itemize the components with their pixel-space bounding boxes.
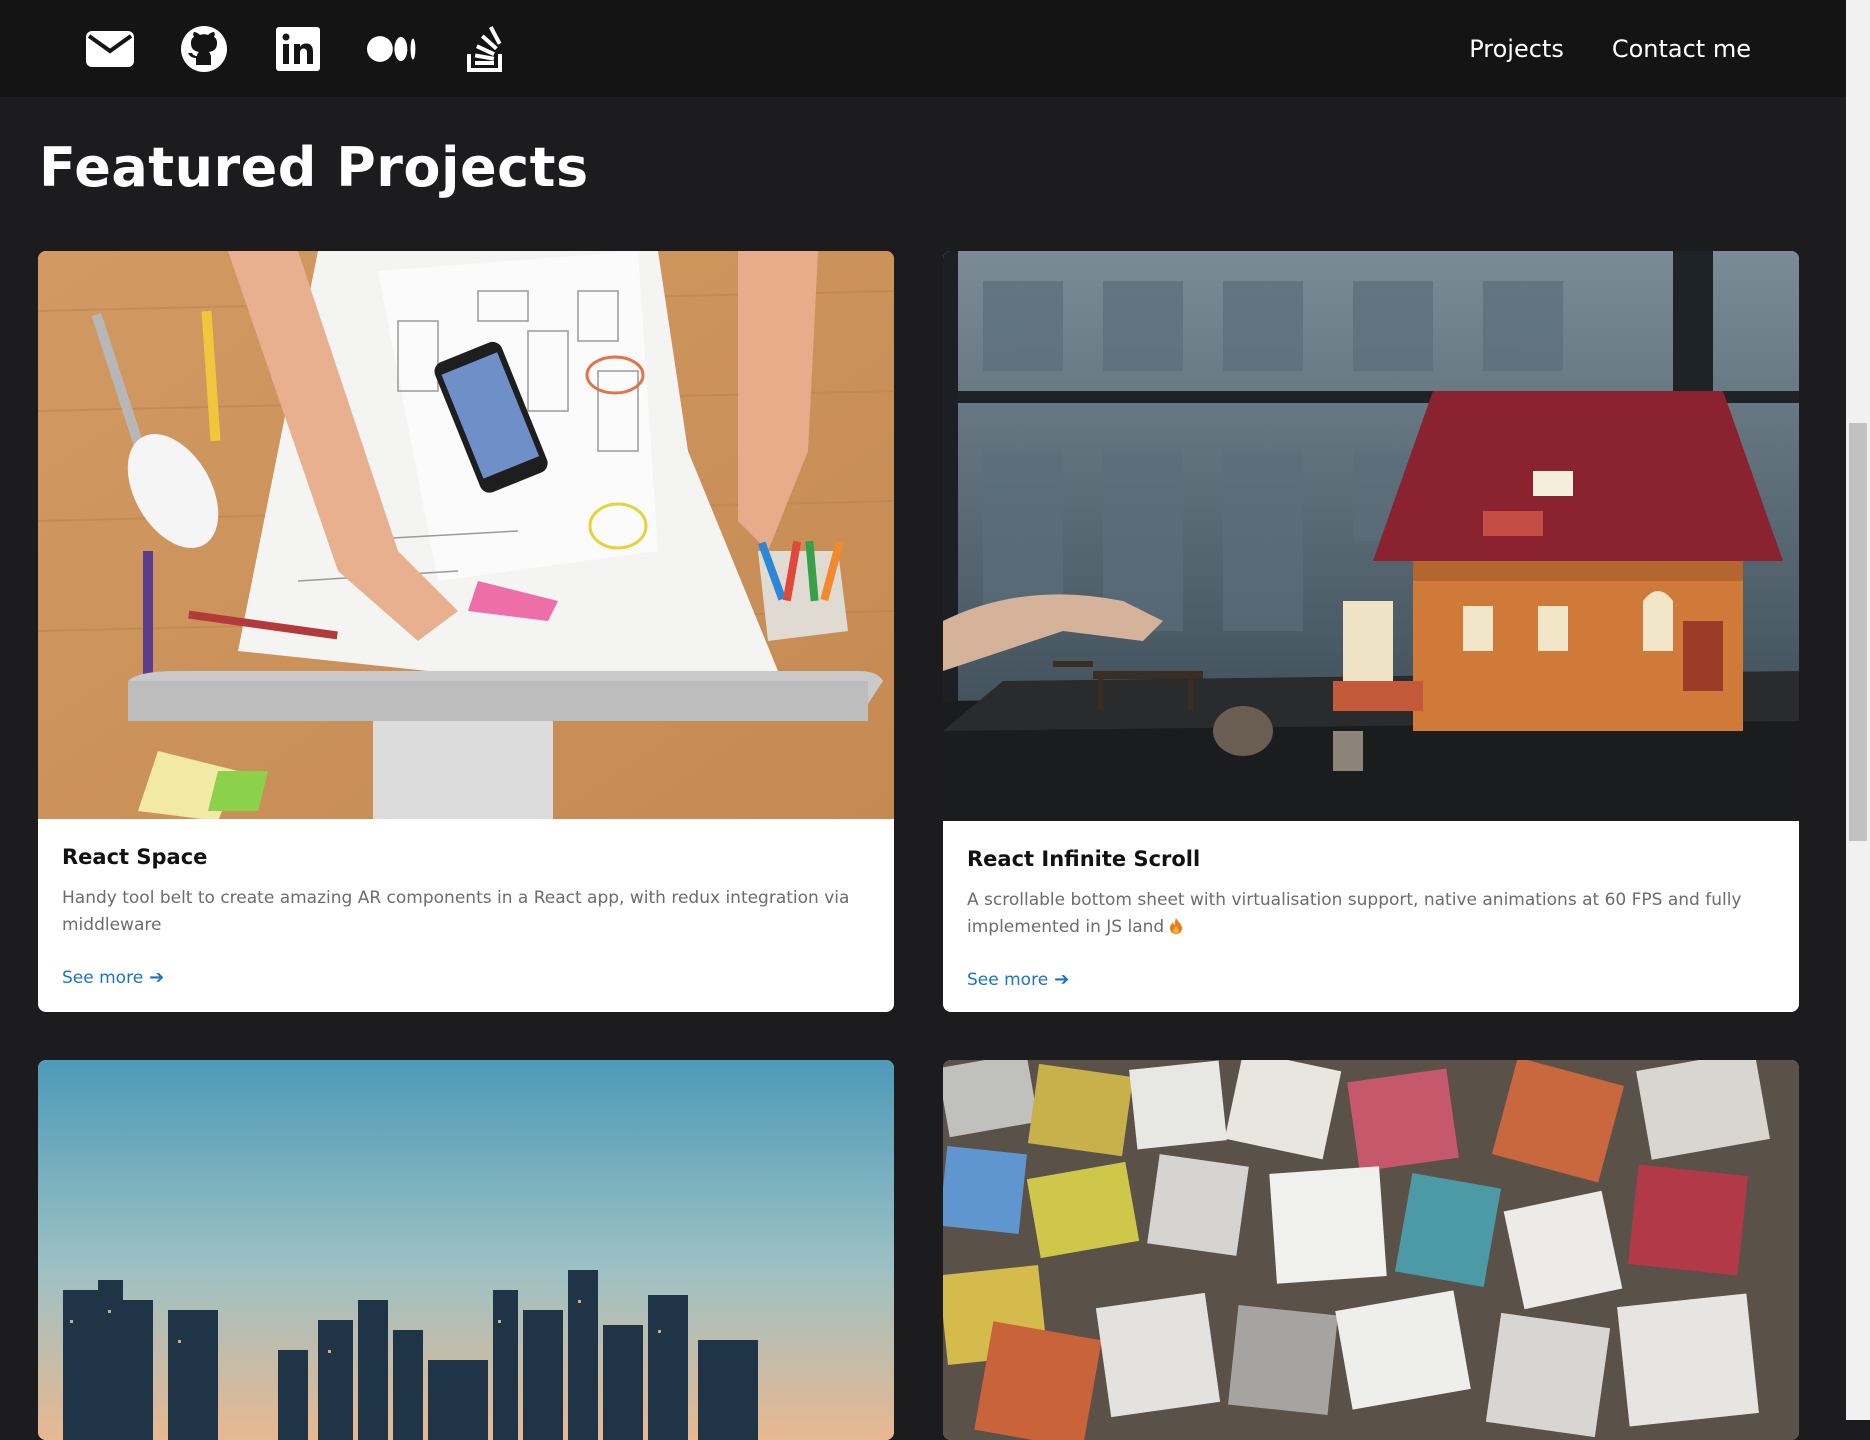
card-title: React Space — [62, 845, 208, 869]
see-more-link[interactable]: See more ➔ — [62, 967, 164, 988]
mail-icon[interactable] — [85, 24, 135, 74]
stackoverflow-icon[interactable] — [461, 24, 511, 74]
see-more-label: See more — [62, 967, 144, 988]
linkedin-icon[interactable] — [273, 24, 323, 74]
card-title: React Infinite Scroll — [967, 847, 1201, 871]
scrollbar-thumb[interactable] — [1849, 423, 1867, 841]
nav-links: Projects Contact me — [1421, 35, 1846, 63]
project-card-react-space: React Space Handy tool belt to create am… — [38, 251, 894, 1012]
see-more-label: See more — [967, 969, 1049, 990]
vertical-scrollbar[interactable] — [1846, 0, 1870, 1420]
medium-icon[interactable] — [367, 24, 417, 74]
arrow-right-icon: ➔ — [1054, 969, 1070, 990]
project-card-city — [38, 1060, 894, 1440]
colored-stones-photo — [943, 1060, 1799, 1440]
city-skyline-photo — [38, 1060, 894, 1440]
card-body: React Space Handy tool belt to create am… — [38, 819, 894, 988]
desk-workspace-photo — [38, 251, 894, 819]
arrow-right-icon: ➔ — [149, 967, 165, 988]
card-description: A scrollable bottom sheet with virtualis… — [967, 887, 1775, 941]
nav-contact-link[interactable]: Contact me — [1612, 35, 1751, 63]
dollhouse-photo — [943, 251, 1799, 821]
nav-projects-link[interactable]: Projects — [1469, 35, 1564, 63]
fire-icon — [1170, 918, 1183, 934]
top-navbar: Projects Contact me — [0, 0, 1846, 97]
github-icon[interactable] — [179, 24, 229, 74]
see-more-link[interactable]: See more ➔ — [967, 969, 1069, 990]
card-description: Handy tool belt to create amazing AR com… — [62, 888, 850, 935]
project-card-stones — [943, 1060, 1799, 1440]
page-title: Featured Projects — [39, 136, 589, 199]
card-description-text: A scrollable bottom sheet with virtualis… — [967, 890, 1742, 937]
project-card-react-infinite-scroll: React Infinite Scroll A scrollable botto… — [943, 251, 1799, 1012]
card-body: React Infinite Scroll A scrollable botto… — [943, 821, 1799, 990]
social-links — [0, 24, 555, 74]
